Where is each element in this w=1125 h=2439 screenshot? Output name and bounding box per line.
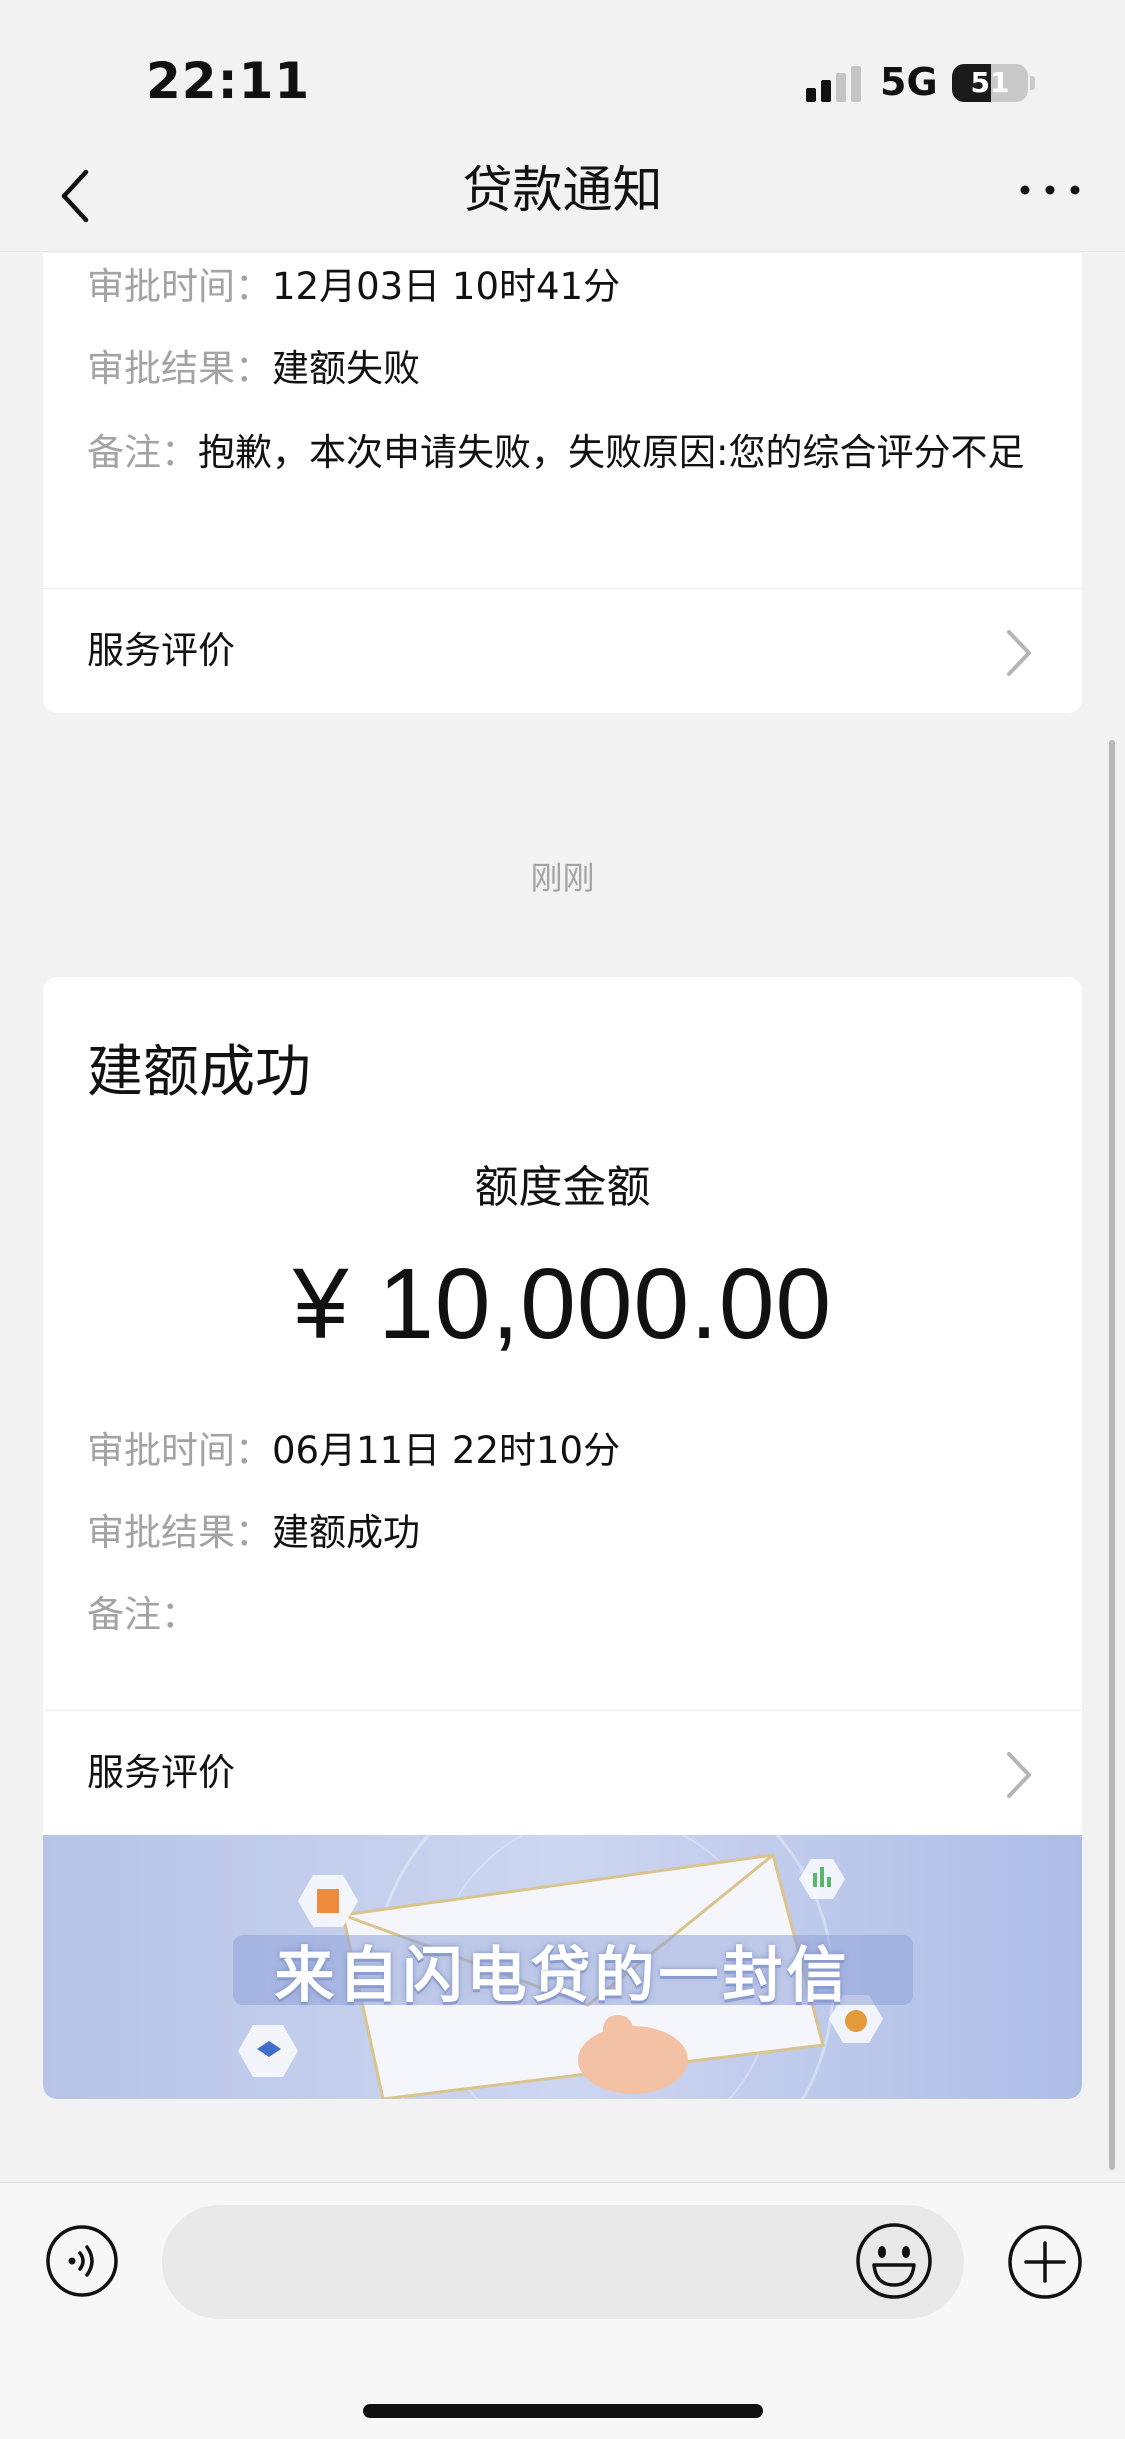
approval-result-label: 审批结果： (87, 347, 272, 390)
status-time: 22:11 (146, 52, 311, 110)
screen: 22:11 5G 51 贷款通知 审批时间：12月03日 10时41分 审批结果… (0, 0, 1125, 2439)
remark-label: 备注： (87, 1593, 198, 1636)
battery-level: 51 (970, 66, 1010, 99)
cellular-signal-icon (806, 66, 861, 102)
chevron-right-icon (1007, 1752, 1031, 1798)
card-title: 建额成功 (87, 1040, 311, 1105)
approval-result-row: 审批结果：建额成功 (87, 1509, 1038, 1557)
message-input[interactable] (162, 2205, 964, 2319)
amount-label: 额度金额 (474, 1162, 651, 1213)
service-rating-label: 服务评价 (87, 629, 235, 672)
voice-input-icon[interactable] (44, 2223, 120, 2299)
banner-title: 来自闪电贷的一封信 (274, 1941, 851, 2011)
loan-notice-card-failed: 审批时间：12月03日 10时41分 审批结果：建额失败 备注：抱歉，本次申请失… (43, 253, 1082, 713)
network-type: 5G (880, 60, 938, 104)
status-bar: 22:11 5G 51 (0, 0, 1125, 140)
loan-notice-card-success: 建额成功 额度金额 ¥ 10,000.00 审批时间：06月11日 22时10分… (43, 977, 1082, 2099)
approval-time-row: 审批时间：12月03日 10时41分 (87, 263, 1038, 311)
emoji-icon[interactable] (854, 2221, 934, 2301)
battery-cap (1030, 76, 1035, 90)
chevron-right-icon (1007, 630, 1031, 676)
battery-icon: 51 (952, 64, 1028, 102)
message-feed[interactable]: 审批时间：12月03日 10时41分 审批结果：建额失败 备注：抱歉，本次申请失… (0, 253, 1125, 2182)
approval-result-value: 建额成功 (272, 1511, 420, 1554)
remark-row: 备注：抱歉，本次申请失败，失败原因:您的综合评分不足 (87, 429, 1038, 477)
service-rating-row[interactable]: 服务评价 (43, 589, 1082, 713)
approval-time-value: 06月11日 22时10分 (272, 1429, 621, 1472)
nav-bar: 贷款通知 (0, 140, 1125, 252)
approval-time-label: 审批时间： (87, 1429, 272, 1472)
add-attachment-icon[interactable] (1006, 2223, 1084, 2301)
page-title: 贷款通知 (462, 161, 663, 219)
promo-banner[interactable]: 来自闪电贷的一封信 (43, 1835, 1082, 2099)
approval-time-value: 12月03日 10时41分 (272, 265, 621, 308)
scrollbar[interactable] (1109, 740, 1115, 2170)
approval-time-label: 审批时间： (87, 265, 272, 308)
service-rating-label: 服务评价 (87, 1751, 235, 1794)
more-options-icon[interactable] (1015, 170, 1085, 210)
remark-label: 备注： (87, 431, 198, 474)
approval-result-value: 建额失败 (272, 347, 420, 390)
credit-amount: ¥ 10,000.00 (292, 1248, 833, 1360)
remark-value: 抱歉，本次申请失败，失败原因:您的综合评分不足 (198, 431, 1025, 474)
message-timestamp: 刚刚 (530, 859, 595, 897)
input-bar (0, 2182, 1125, 2439)
approval-result-label: 审批结果： (87, 1511, 272, 1554)
approval-result-row: 审批结果：建额失败 (87, 345, 1038, 393)
remark-row: 备注： (87, 1591, 1038, 1639)
home-indicator (363, 2404, 763, 2418)
approval-time-row: 审批时间：06月11日 22时10分 (87, 1427, 1038, 1475)
service-rating-row[interactable]: 服务评价 (43, 1711, 1082, 1835)
